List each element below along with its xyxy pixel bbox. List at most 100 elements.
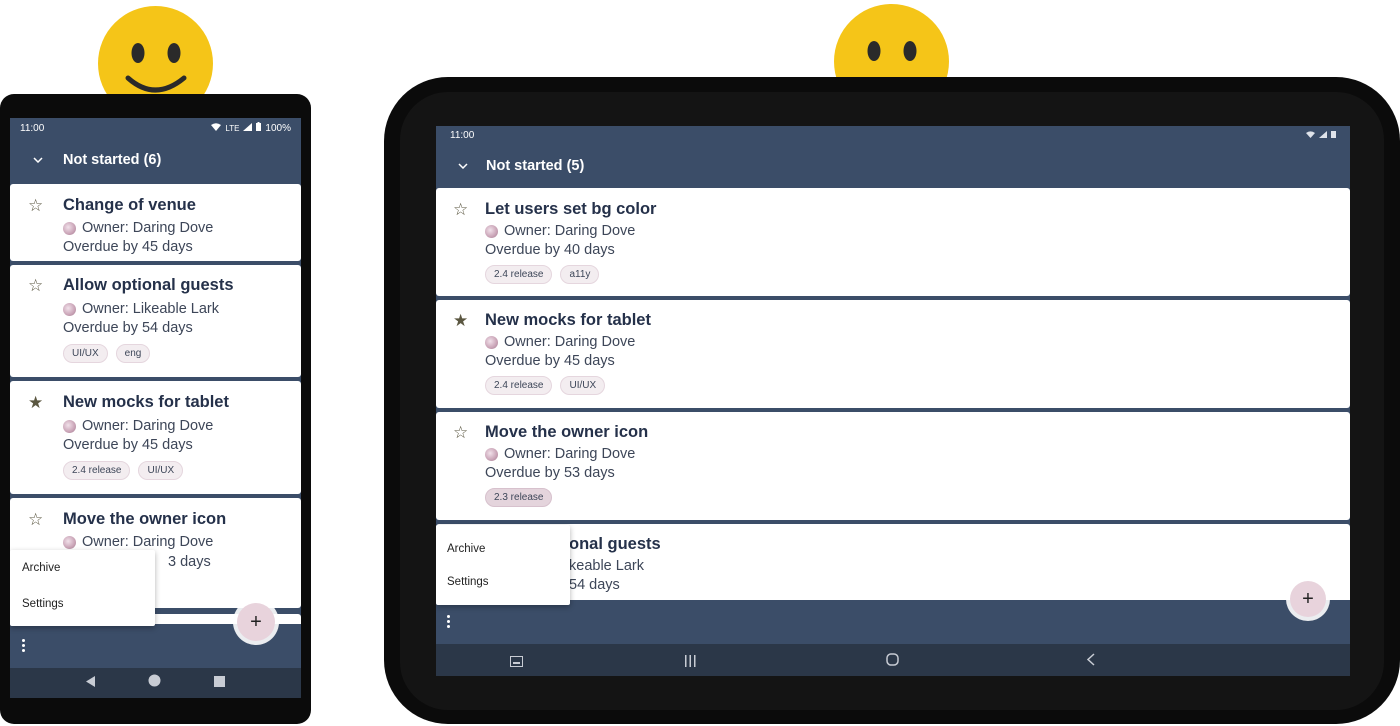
task-owner: keable Lark — [569, 558, 644, 574]
menu-item-settings[interactable]: Settings — [447, 576, 489, 588]
task-due: 3 days — [168, 554, 211, 570]
recents-icon[interactable] — [213, 674, 225, 692]
status-time: 11:00 — [20, 122, 45, 134]
star-outline-icon[interactable]: ☆ — [28, 197, 43, 214]
tag-chip[interactable]: eng — [115, 344, 151, 363]
task-title: Move the owner icon — [485, 423, 649, 441]
phone-screen: 11:00 LTE 100% Not started (6) ☆ Change … — [10, 118, 301, 698]
tag-chip[interactable]: UI/UX — [560, 376, 606, 395]
home-icon[interactable] — [148, 674, 161, 692]
section-header[interactable]: Not started (6) — [10, 148, 301, 172]
tablet-screen: 11:00 Not started (5) ☆ Let users set bg… — [436, 126, 1350, 676]
owner-label: Owner: Daring Dove — [82, 220, 214, 236]
section-title: Not started (5) — [486, 158, 585, 174]
task-due: Overdue by 45 days — [485, 353, 615, 369]
task-owner: Owner: Daring Dove — [63, 418, 213, 434]
network-label: LTE — [225, 123, 240, 133]
tag-chip[interactable]: a11y — [560, 265, 600, 284]
star-filled-icon[interactable]: ★ — [28, 394, 43, 411]
task-due: Overdue by 40 days — [485, 242, 615, 258]
battery-label: 100% — [265, 122, 291, 134]
section-title: Not started (6) — [63, 152, 162, 168]
chevron-down-icon[interactable] — [31, 153, 45, 167]
task-card[interactable]: ★ New mocks for tablet Owner: Daring Dov… — [436, 300, 1350, 408]
star-outline-icon[interactable]: ☆ — [453, 424, 468, 441]
task-title: Change of venue — [63, 196, 196, 214]
star-outline-icon[interactable]: ☆ — [28, 277, 43, 294]
owner-label: Owner: Daring Dove — [82, 534, 214, 550]
task-owner: Owner: Daring Dove — [63, 220, 213, 236]
more-vert-icon[interactable] — [447, 615, 451, 628]
tag-chip[interactable]: 2.4 release — [485, 376, 553, 395]
avatar — [485, 335, 498, 349]
task-card[interactable]: onal guests keable Lark 54 days — [436, 524, 1350, 604]
owner-label: keable Lark — [569, 558, 644, 574]
task-due: Overdue by 54 days — [63, 320, 193, 336]
owner-label: Owner: Daring Dove — [504, 446, 636, 462]
tag-chip[interactable]: UI/UX — [138, 461, 184, 480]
overflow-menu: Archive Settings — [436, 525, 570, 605]
menu-item-settings[interactable]: Settings — [22, 598, 64, 610]
star-filled-icon[interactable]: ★ — [453, 312, 468, 329]
add-fab-button[interactable]: + — [1290, 581, 1326, 617]
signal-icon — [243, 122, 253, 134]
task-title: Allow optional guests — [63, 276, 234, 294]
task-title: Move the owner icon — [63, 510, 227, 528]
bottom-app-bar — [436, 600, 1350, 644]
avatar — [63, 419, 76, 433]
chevron-down-icon[interactable] — [456, 159, 470, 173]
recents-icon[interactable] — [685, 654, 696, 672]
task-owner: Owner: Daring Dove — [485, 446, 635, 462]
task-due: Overdue by 53 days — [485, 465, 615, 481]
menu-item-archive[interactable]: Archive — [22, 562, 60, 574]
screenshot-icon[interactable] — [510, 654, 523, 672]
more-vert-icon[interactable] — [22, 639, 26, 652]
battery-icon — [1331, 130, 1336, 141]
wifi-icon — [211, 122, 222, 134]
task-owner: Owner: Daring Dove — [485, 334, 635, 350]
avatar — [485, 447, 498, 461]
battery-icon — [256, 122, 262, 134]
system-nav-bar — [10, 668, 301, 698]
star-outline-icon[interactable]: ☆ — [453, 201, 468, 218]
owner-label: Owner: Likeable Lark — [82, 301, 220, 317]
avatar — [63, 221, 76, 235]
overflow-menu: Archive Settings — [10, 550, 155, 626]
task-title: onal guests — [569, 535, 661, 553]
task-owner: Owner: Daring Dove — [63, 534, 213, 550]
tag-chip[interactable]: 2.4 release — [63, 461, 131, 480]
task-due: Overdue by 45 days — [63, 437, 193, 453]
star-outline-icon[interactable]: ☆ — [28, 511, 43, 528]
task-card[interactable]: ☆ Let users set bg color Owner: Daring D… — [436, 188, 1350, 296]
tag-chip[interactable]: UI/UX — [63, 344, 108, 363]
status-bar: 11:00 LTE 100% — [10, 118, 301, 138]
task-card[interactable]: ★ New mocks for tablet Owner: Daring Dov… — [10, 381, 301, 494]
signal-icon — [1319, 130, 1327, 141]
task-card[interactable]: ☆ Change of venue Owner: Daring Dove Ove… — [10, 184, 301, 261]
task-card[interactable]: ☆ Allow optional guests Owner: Likeable … — [10, 265, 301, 377]
owner-label: Owner: Daring Dove — [504, 334, 636, 350]
task-owner: Owner: Likeable Lark — [63, 301, 219, 317]
plus-icon: + — [1302, 587, 1314, 610]
tag-chip[interactable]: 2.3 release — [485, 488, 553, 507]
owner-label: Owner: Daring Dove — [504, 223, 636, 239]
task-title: Let users set bg color — [485, 200, 657, 218]
tag-chips: 2.3 release — [485, 488, 553, 507]
menu-item-archive[interactable]: Archive — [447, 543, 485, 555]
back-icon[interactable] — [1086, 653, 1095, 671]
wifi-icon — [1306, 130, 1315, 141]
tag-chips: 2.4 release UI/UX — [63, 461, 184, 480]
task-title: New mocks for tablet — [485, 311, 651, 329]
tag-chip[interactable]: 2.4 release — [485, 265, 553, 284]
task-owner: Owner: Daring Dove — [485, 223, 635, 239]
section-header[interactable]: Not started (5) — [436, 154, 1350, 178]
avatar — [485, 224, 498, 238]
task-due: 54 days — [569, 577, 620, 593]
task-card[interactable]: ☆ Move the owner icon Owner: Daring Dove… — [436, 412, 1350, 520]
back-icon[interactable] — [86, 674, 96, 692]
home-icon[interactable] — [886, 653, 899, 671]
tag-chips: 2.4 release UI/UX — [485, 376, 606, 395]
owner-label: Owner: Daring Dove — [82, 418, 214, 434]
avatar — [63, 535, 76, 549]
add-fab-button[interactable]: + — [237, 603, 275, 641]
